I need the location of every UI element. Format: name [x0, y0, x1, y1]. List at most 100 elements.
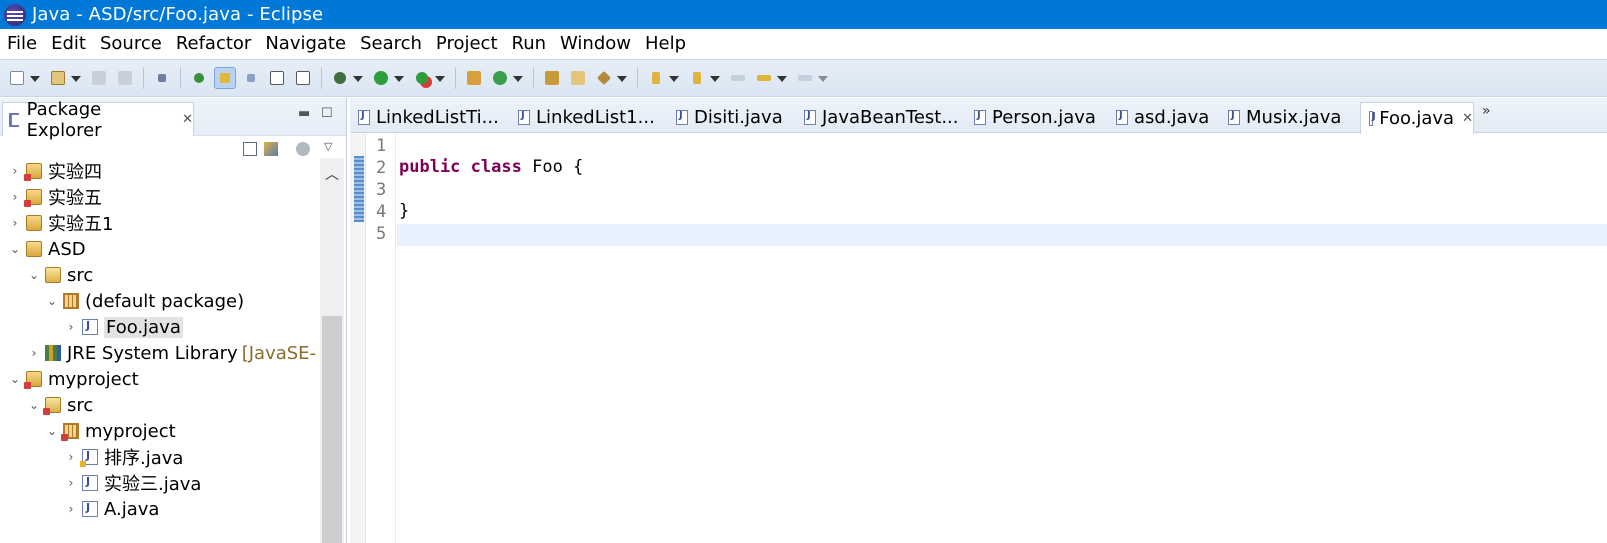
editor-tab[interactable]: asd.java — [1108, 102, 1209, 133]
show-paragraph-icon[interactable] — [293, 68, 313, 88]
chevron-right-icon[interactable]: › — [8, 190, 22, 204]
mark-occurrences-icon[interactable] — [214, 67, 236, 89]
editor-tab[interactable]: LinkedListTi... — [350, 102, 499, 133]
external-tools-dropdown-icon[interactable] — [434, 68, 445, 88]
scrollbar-thumb[interactable] — [322, 316, 342, 543]
open-folder-icon[interactable] — [568, 68, 588, 88]
tab-overflow-icon[interactable]: » — [1482, 103, 1491, 119]
view-menu-icon[interactable]: ▽ — [324, 140, 338, 154]
tree-item[interactable]: ⌄ src — [27, 392, 93, 418]
menu-navigate[interactable]: Navigate — [258, 29, 353, 59]
chevron-right-icon[interactable]: › — [27, 346, 41, 360]
close-icon[interactable]: ✕ — [182, 112, 193, 127]
editor-tab[interactable]: LinkedList1... — [510, 102, 655, 133]
focus-icon[interactable] — [296, 142, 310, 156]
eclipse-logo-icon — [4, 3, 26, 26]
editor-tab-label: Person.java — [992, 107, 1096, 128]
editor-tab[interactable]: Musix.java — [1220, 102, 1341, 133]
package-explorer-tab[interactable]: Package Explorer ✕ — [2, 99, 194, 141]
tree-scrollbar[interactable]: ︿ — [320, 158, 344, 543]
maximize-icon[interactable]: ☐ — [321, 106, 333, 121]
tree-item[interactable]: › 实验五1 — [8, 210, 114, 236]
tree-item-selected[interactable]: › Foo.java — [64, 314, 183, 340]
editor-tab-label: asd.java — [1134, 107, 1210, 128]
chevron-right-icon[interactable]: › — [64, 476, 78, 490]
pin-icon[interactable] — [152, 68, 172, 88]
chevron-down-icon[interactable]: ⌄ — [8, 242, 22, 256]
menu-help[interactable]: Help — [638, 29, 693, 59]
chevron-down-icon[interactable]: ⌄ — [8, 372, 22, 386]
tree-item[interactable]: ⌄ myproject — [45, 418, 176, 444]
chevron-down-icon[interactable]: ⌄ — [45, 424, 59, 438]
search-icon[interactable] — [594, 68, 614, 88]
new-icon[interactable] — [7, 68, 27, 88]
tree-item[interactable]: › 实验五 — [8, 184, 102, 210]
chevron-right-icon[interactable]: › — [8, 164, 22, 178]
minimize-icon[interactable]: ▬ — [298, 106, 310, 121]
tree-item-decoration: [JavaSE-1.8] — [241, 342, 318, 364]
tree-item[interactable]: ⌄ ASD — [8, 236, 86, 262]
chevron-right-icon[interactable]: › — [8, 216, 22, 230]
previous-annotation-dropdown-icon[interactable] — [709, 68, 720, 88]
menu-search[interactable]: Search — [353, 29, 429, 59]
toggle-breadcrumb-icon[interactable] — [189, 68, 209, 88]
new-class-dropdown-icon[interactable] — [512, 68, 523, 88]
menu-run[interactable]: Run — [505, 29, 554, 59]
tree-item[interactable]: › 实验三.java — [64, 470, 202, 496]
chevron-right-icon[interactable]: › — [64, 450, 78, 464]
search-dropdown-icon[interactable] — [616, 68, 627, 88]
open-dropdown-icon[interactable] — [70, 68, 81, 88]
source-folder-error-icon — [43, 397, 61, 415]
chevron-down-icon[interactable]: ⌄ — [27, 268, 41, 282]
tree-item[interactable]: ⌄ (default package) — [45, 288, 244, 314]
link-with-editor-icon[interactable] — [264, 142, 278, 156]
code-editor[interactable]: public class Foo { } — [397, 134, 1607, 543]
close-icon[interactable]: ✕ — [1462, 111, 1473, 126]
next-annotation-icon[interactable] — [646, 68, 666, 88]
tree-item[interactable]: › 实验四 — [8, 158, 102, 184]
debug-icon[interactable] — [330, 68, 350, 88]
next-annotation-dropdown-icon[interactable] — [668, 68, 679, 88]
run-dropdown-icon[interactable] — [393, 68, 404, 88]
menu-project[interactable]: Project — [429, 29, 505, 59]
menu-file[interactable]: File — [0, 29, 44, 59]
tree-item[interactable]: › 排序.java — [64, 444, 184, 470]
external-tools-icon[interactable] — [412, 68, 432, 88]
chevron-right-icon[interactable]: › — [64, 502, 78, 516]
new-dropdown-icon[interactable] — [29, 68, 40, 88]
toggle-block-selection-icon[interactable] — [241, 68, 261, 88]
chevron-down-icon[interactable]: ⌄ — [45, 294, 59, 308]
run-icon[interactable] — [371, 68, 391, 88]
open-type-icon[interactable] — [48, 68, 68, 88]
save-icon[interactable] — [89, 68, 109, 88]
scroll-up-icon[interactable]: ︿ — [325, 164, 339, 184]
editor-tab[interactable]: Disiti.java — [668, 102, 783, 133]
new-java-class-icon[interactable] — [490, 68, 510, 88]
editor-tab[interactable]: JavaBeanTest... — [796, 102, 959, 133]
tree-item[interactable]: › JRE System Library [JavaSE-1.8] — [27, 340, 318, 366]
forward-dropdown-icon[interactable] — [817, 68, 828, 88]
tree-item[interactable]: ⌄ myproject — [8, 366, 139, 392]
new-java-project-icon[interactable] — [464, 68, 484, 88]
tree-item[interactable]: › A.java — [64, 496, 160, 522]
title-bar: Java - ASD/src/Foo.java - Eclipse — [0, 0, 1607, 29]
previous-annotation-icon[interactable] — [687, 68, 707, 88]
chevron-down-icon[interactable]: ⌄ — [27, 398, 41, 412]
menu-window[interactable]: Window — [553, 29, 638, 59]
show-whitespace-icon[interactable] — [267, 68, 287, 88]
open-type-hierarchy-icon[interactable] — [542, 68, 562, 88]
menu-edit[interactable]: Edit — [44, 29, 93, 59]
back-dropdown-icon[interactable] — [776, 68, 787, 88]
debug-dropdown-icon[interactable] — [352, 68, 363, 88]
editor-tab[interactable]: Person.java — [966, 102, 1096, 133]
forward-icon[interactable] — [795, 68, 815, 88]
last-edit-location-icon[interactable] — [728, 68, 748, 88]
back-icon[interactable] — [754, 68, 774, 88]
chevron-right-icon[interactable]: › — [64, 320, 78, 334]
collapse-all-icon[interactable] — [243, 142, 257, 156]
editor-tab-active[interactable]: Foo.java ✕ — [1360, 102, 1474, 134]
save-all-icon[interactable] — [115, 68, 135, 88]
menu-source[interactable]: Source — [93, 29, 169, 59]
tree-item[interactable]: ⌄ src — [27, 262, 93, 288]
menu-refactor[interactable]: Refactor — [169, 29, 259, 59]
